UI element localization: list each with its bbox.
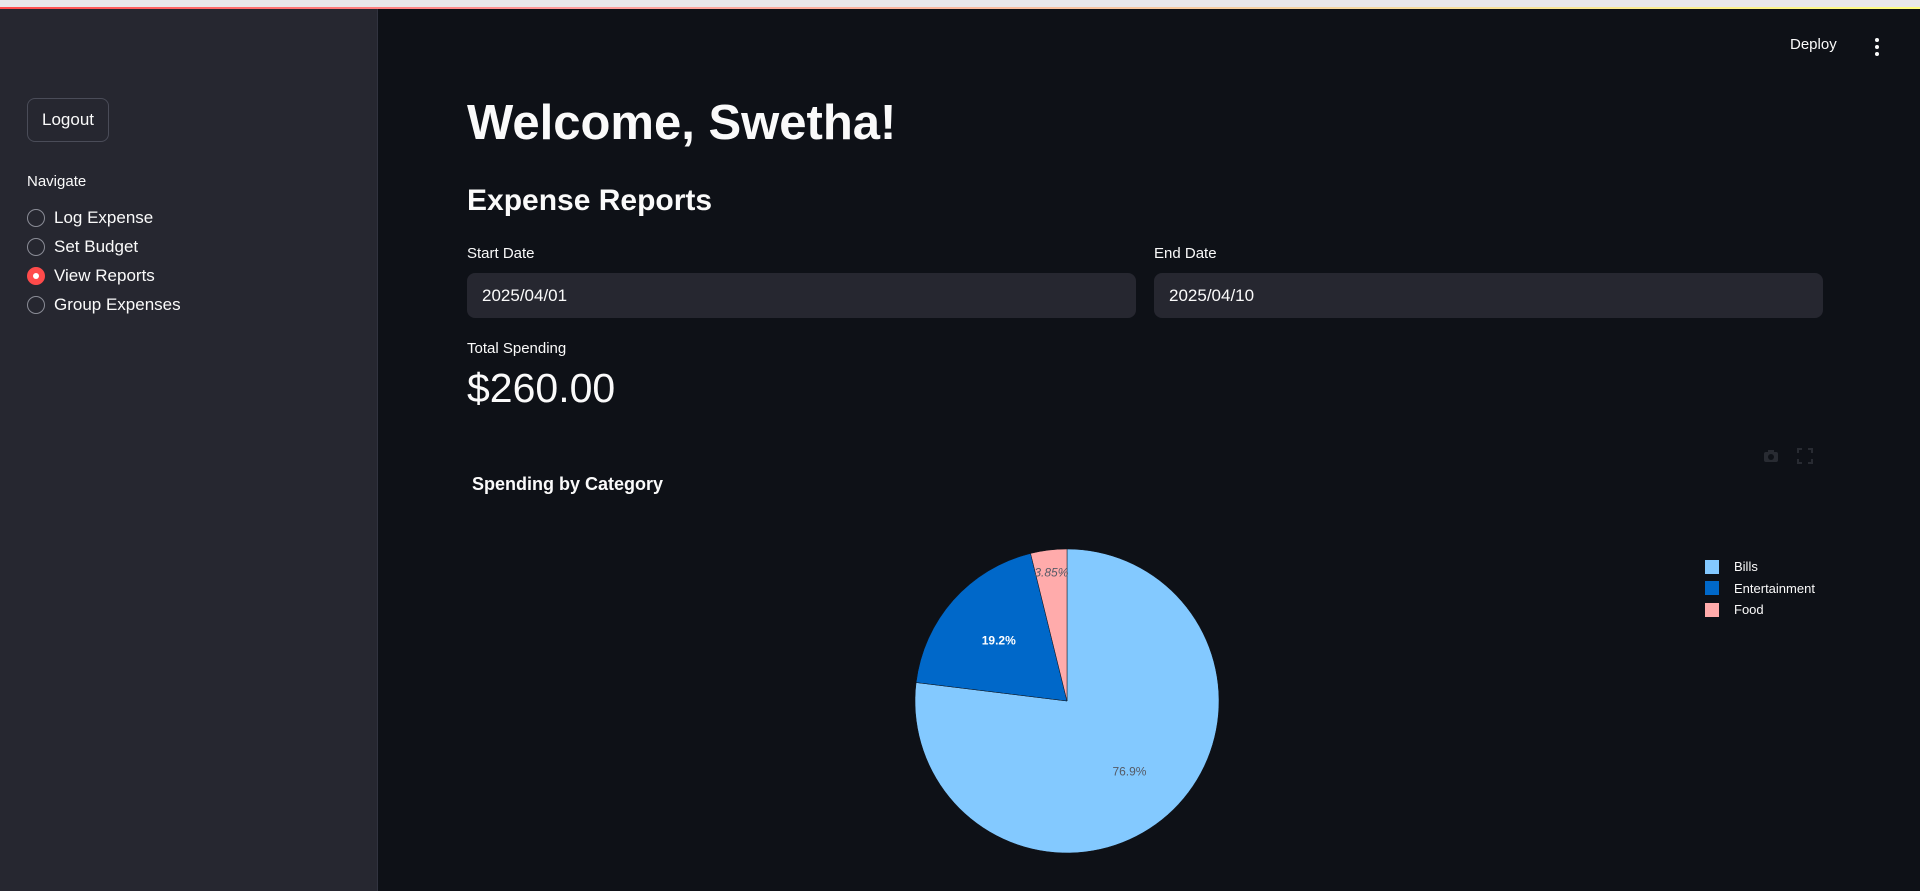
legend-item-entertainment[interactable]: Entertainment <box>1705 578 1815 600</box>
chart-title: Spending by Category <box>472 474 664 494</box>
logout-button[interactable]: Logout <box>27 98 109 142</box>
camera-icon[interactable] <box>1762 447 1780 465</box>
nav-option-label: Set Budget <box>54 236 139 256</box>
legend-swatch <box>1705 602 1719 617</box>
nav-option-group-expenses[interactable]: Group Expenses <box>27 290 181 319</box>
nav-option-log-expense[interactable]: Log Expense <box>27 203 181 232</box>
legend-label: Bills <box>1734 559 1758 575</box>
radio-button[interactable] <box>27 237 45 256</box>
section-title: Expense Reports <box>467 184 713 217</box>
navigate-label: Navigate <box>27 173 87 190</box>
radio-button[interactable] <box>27 295 45 314</box>
end-date-label: End Date <box>1154 245 1217 262</box>
nav-option-label: Group Expenses <box>54 294 181 314</box>
start-date-input[interactable]: 2025/04/01 <box>467 273 1136 318</box>
pie-label-food: 3.85% <box>1034 566 1068 580</box>
legend-label: Entertainment <box>1734 580 1815 596</box>
legend-swatch <box>1705 559 1719 574</box>
fullscreen-icon[interactable] <box>1796 447 1814 465</box>
legend-item-food[interactable]: Food <box>1705 599 1815 621</box>
top-decoration-bar <box>0 0 1920 9</box>
three-dots-vertical-icon[interactable] <box>1870 36 1884 58</box>
pie-label-bills: 76.9% <box>1112 765 1146 779</box>
legend-label: Food <box>1734 602 1764 618</box>
metric-label: Total Spending <box>467 340 567 357</box>
nav-option-view-reports[interactable]: View Reports <box>27 261 181 290</box>
radio-button[interactable] <box>27 208 45 227</box>
navigation-radio-group: Log Expense Set Budget View Reports Grou… <box>27 203 181 319</box>
welcome-heading: Welcome, Swetha! <box>467 96 897 150</box>
metric-value: $260.00 <box>467 365 616 411</box>
nav-option-label: Log Expense <box>54 207 154 227</box>
legend-swatch <box>1705 581 1719 596</box>
pie-label-entertainment: 19.2% <box>982 634 1016 648</box>
nav-option-set-budget[interactable]: Set Budget <box>27 232 181 261</box>
start-date-label: Start Date <box>467 245 535 262</box>
radio-button-selected[interactable] <box>27 266 45 285</box>
chart-legend: Bills Entertainment Food <box>1705 556 1815 621</box>
pie-chart: 76.9% 19.2% 3.85% <box>914 548 1220 854</box>
sidebar: Logout Navigate Log Expense Set Budget V… <box>0 9 378 891</box>
end-date-input[interactable]: 2025/04/10 <box>1154 273 1823 318</box>
legend-item-bills[interactable]: Bills <box>1705 556 1815 578</box>
nav-option-label: View Reports <box>54 265 155 285</box>
deploy-button[interactable]: Deploy <box>1790 36 1837 53</box>
